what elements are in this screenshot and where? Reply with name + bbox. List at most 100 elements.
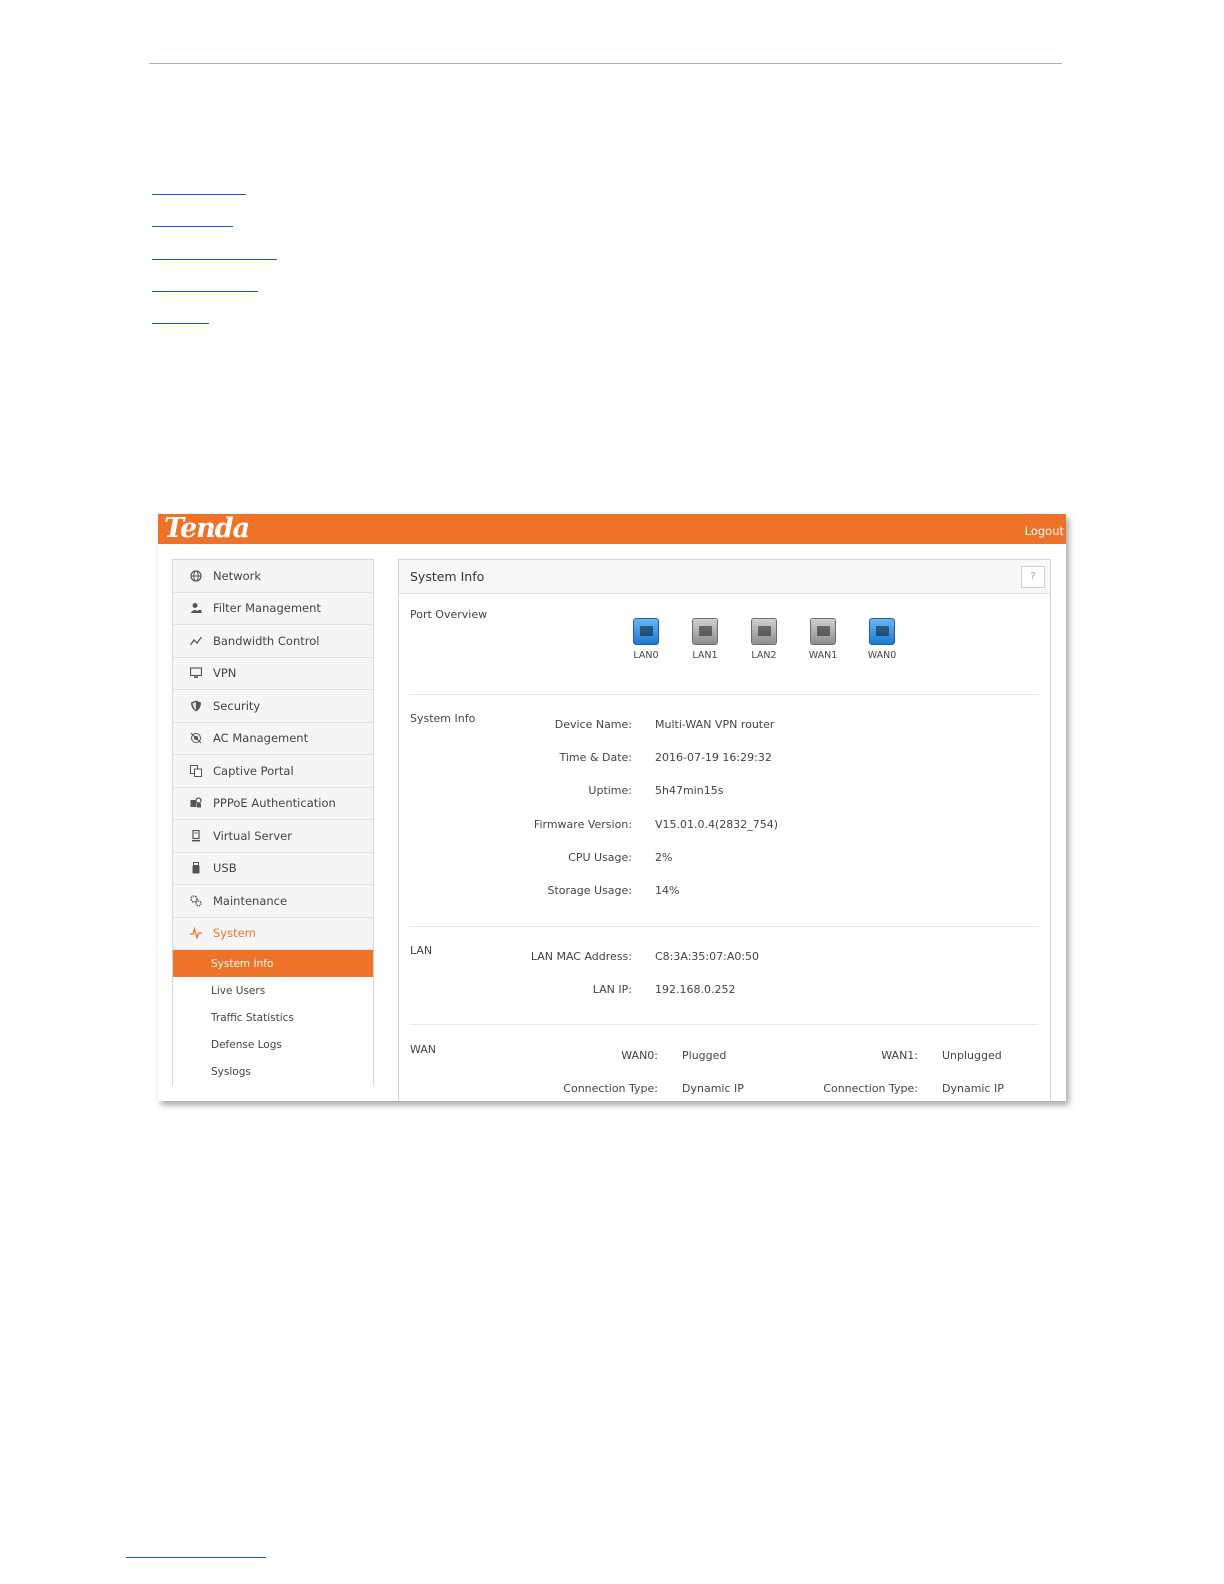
storage-usage-label: Storage Usage: xyxy=(547,884,632,897)
toc-link-4[interactable] xyxy=(152,291,258,292)
device-name-value: Multi-WAN VPN router xyxy=(655,718,775,731)
ethernet-port-icon xyxy=(633,618,659,645)
sidebar-item-label: Captive Portal xyxy=(213,763,294,778)
time-date-label: Time & Date: xyxy=(559,751,633,764)
globe-icon xyxy=(189,569,203,583)
sidebar-item-network[interactable]: Network xyxy=(173,560,373,593)
sidebar-item-system[interactable]: System xyxy=(173,917,373,950)
lan-mac-label: LAN MAC Address: xyxy=(530,950,632,963)
sidebar-item-maintenance[interactable]: Maintenance xyxy=(173,885,373,918)
sidebar-item-virtual-server[interactable]: Virtual Server xyxy=(173,820,373,853)
server-icon xyxy=(189,829,203,843)
toc-link-5[interactable] xyxy=(152,323,209,324)
user-filter-icon xyxy=(189,601,203,615)
monitor-icon xyxy=(189,666,203,680)
router-ui-screenshot: Tenda Logout Network Filter Management B… xyxy=(158,514,1066,1101)
footer-link[interactable] xyxy=(126,1557,266,1558)
logout-link[interactable]: Logout xyxy=(1025,524,1064,538)
sidebar-item-label: System xyxy=(213,926,256,941)
lan-ip-value: 192.168.0.252 xyxy=(655,983,736,996)
sidebar-item-vpn[interactable]: VPN xyxy=(173,657,373,690)
sidebar-item-label: Network xyxy=(213,568,262,583)
tenda-logo: Tenda xyxy=(164,514,250,544)
firmware-version-value: V15.01.0.4(2832_754) xyxy=(655,818,779,831)
top-bar: Tenda Logout xyxy=(158,514,1066,544)
subitem-system-info[interactable]: System Info xyxy=(173,950,373,977)
sidebar-item-label: Maintenance xyxy=(213,893,288,908)
help-button[interactable]: ? xyxy=(1021,566,1045,588)
sidebar: Network Filter Management Bandwidth Cont… xyxy=(172,559,374,1085)
toc-link-1[interactable] xyxy=(152,194,246,195)
wan1-connection-type-label: Connection Type: xyxy=(823,1082,918,1095)
port-label: LAN1 xyxy=(692,650,718,661)
wan0-status: Plugged xyxy=(682,1049,727,1062)
usb-drive-icon xyxy=(189,861,203,875)
trend-icon xyxy=(189,634,203,648)
sidebar-item-captive-portal[interactable]: Captive Portal xyxy=(173,755,373,788)
pulse-icon xyxy=(189,926,203,940)
port-lan2[interactable]: LAN2 xyxy=(744,618,784,661)
port-lan0[interactable]: LAN0 xyxy=(626,618,666,661)
panel-title: System Info xyxy=(410,569,485,584)
port-label: WAN1 xyxy=(808,650,838,661)
subitem-syslogs[interactable]: Syslogs xyxy=(173,1058,373,1085)
access-point-icon xyxy=(189,731,203,745)
wan1-connection-type-value: Dynamic IP xyxy=(942,1082,1004,1095)
wan0-connection-type-label: Connection Type: xyxy=(563,1082,658,1095)
toc-link-3[interactable] xyxy=(152,259,277,260)
wan0-connection-type-value: Dynamic IP xyxy=(682,1082,744,1095)
port-wan0[interactable]: WAN0 xyxy=(862,618,902,661)
sidebar-item-bandwidth-control[interactable]: Bandwidth Control xyxy=(173,625,373,658)
pppoe-icon xyxy=(189,796,203,810)
sidebar-item-label: VPN xyxy=(213,666,237,681)
sidebar-item-label: USB xyxy=(213,861,237,876)
sidebar-item-pppoe-authentication[interactable]: PPPoE Authentication xyxy=(173,787,373,820)
system-info-label: System Info xyxy=(410,712,476,725)
subitem-live-users[interactable]: Live Users xyxy=(173,977,373,1004)
time-date-value: 2016-07-19 16:29:32 xyxy=(655,751,772,764)
section-divider xyxy=(410,1024,1038,1025)
storage-usage-value: 14% xyxy=(655,884,680,897)
ethernet-port-icon xyxy=(751,618,777,645)
wan0-label: WAN0: xyxy=(621,1049,658,1062)
sidebar-item-label: Filter Management xyxy=(213,601,321,616)
lan-mac-value: C8:3A:35:07:A0:50 xyxy=(655,950,760,963)
system-info-panel: System Info ? Port Overview LAN0 LAN1 LA… xyxy=(398,559,1051,1101)
sidebar-item-security[interactable]: Security xyxy=(173,690,373,723)
sidebar-item-label: Security xyxy=(213,698,261,713)
port-label: WAN0 xyxy=(867,650,897,661)
lan-label: LAN xyxy=(410,944,433,957)
port-lan1[interactable]: LAN1 xyxy=(685,618,725,661)
uptime-value: 5h47min15s xyxy=(655,784,724,797)
portal-icon xyxy=(189,764,203,778)
ethernet-port-icon xyxy=(810,618,836,645)
toc-link-2[interactable] xyxy=(152,226,233,227)
firmware-version-label: Firmware Version: xyxy=(533,818,632,831)
wan1-status: Unplugged xyxy=(942,1049,1002,1062)
port-overview-label: Port Overview xyxy=(410,608,488,621)
section-divider xyxy=(410,694,1038,695)
sidebar-item-usb[interactable]: USB xyxy=(173,852,373,885)
sidebar-item-filter-management[interactable]: Filter Management xyxy=(173,592,373,625)
cpu-usage-value: 2% xyxy=(655,851,673,864)
port-label: LAN0 xyxy=(633,650,659,661)
port-wan1[interactable]: WAN1 xyxy=(803,618,843,661)
port-label: LAN2 xyxy=(751,650,777,661)
uptime-label: Uptime: xyxy=(588,784,632,797)
section-divider xyxy=(410,926,1038,927)
sidebar-item-label: Bandwidth Control xyxy=(213,633,320,648)
header-rule xyxy=(149,63,1062,64)
subitem-traffic-statistics[interactable]: Traffic Statistics xyxy=(173,1004,373,1031)
wan-label: WAN xyxy=(410,1043,437,1056)
wan1-label: WAN1: xyxy=(881,1049,918,1062)
sidebar-item-label: PPPoE Authentication xyxy=(213,796,336,811)
ethernet-port-icon xyxy=(869,618,895,645)
lan-ip-label: LAN IP: xyxy=(592,983,632,996)
gears-icon xyxy=(189,894,203,908)
device-name-label: Device Name: xyxy=(554,718,632,731)
sidebar-item-label: AC Management xyxy=(213,731,309,746)
subitem-defense-logs[interactable]: Defense Logs xyxy=(173,1031,373,1058)
sidebar-item-label: Virtual Server xyxy=(213,828,292,843)
cpu-usage-label: CPU Usage: xyxy=(568,851,632,864)
sidebar-item-ac-management[interactable]: AC Management xyxy=(173,722,373,755)
